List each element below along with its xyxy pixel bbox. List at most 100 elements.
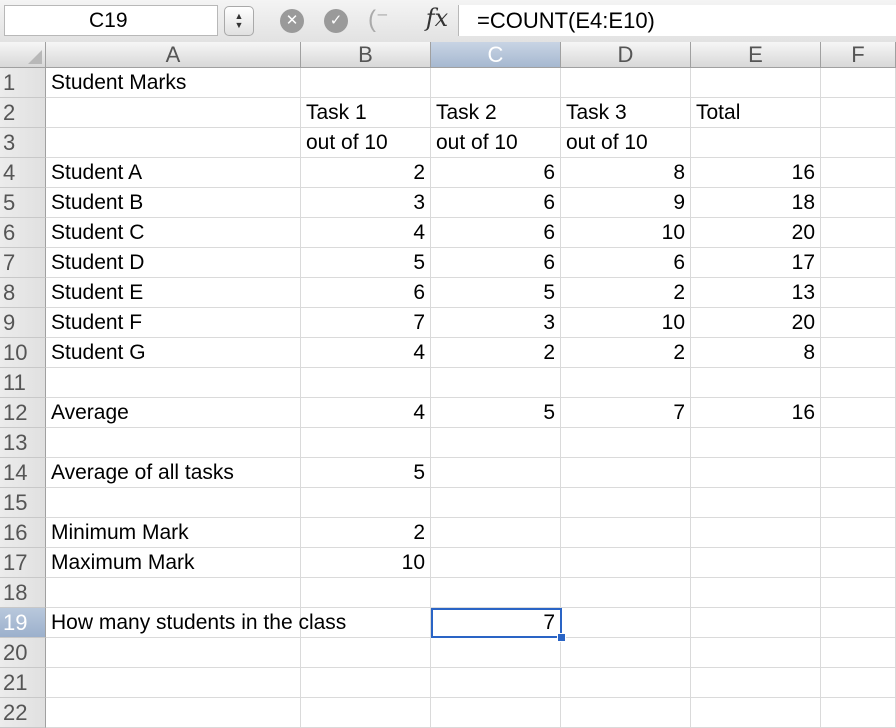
cell-b19[interactable] [301,608,431,638]
cell-d8[interactable]: 2 [561,278,691,308]
cell-d7[interactable]: 6 [561,248,691,278]
cell-d10[interactable]: 2 [561,338,691,368]
cell-b15[interactable] [301,488,431,518]
cell-e15[interactable] [691,488,821,518]
cell-c13[interactable] [431,428,561,458]
row-header-16[interactable]: 16 [0,518,46,548]
cell-e4[interactable]: 16 [691,158,821,188]
cell-d5[interactable]: 9 [561,188,691,218]
cell-b6[interactable]: 4 [301,218,431,248]
check-circle-icon[interactable]: ✓ [324,9,348,33]
cell-e5[interactable]: 18 [691,188,821,218]
cell-b9[interactable]: 7 [301,308,431,338]
cell-f11[interactable] [821,368,896,398]
cell-f1[interactable] [821,68,896,98]
cell-b5[interactable]: 3 [301,188,431,218]
cell-d2[interactable]: Task 3 [561,98,691,128]
cell-d6[interactable]: 10 [561,218,691,248]
fx-icon[interactable]: fx [420,4,454,36]
cell-c12[interactable]: 5 [431,398,561,428]
cell-b7[interactable]: 5 [301,248,431,278]
cell-f16[interactable] [821,518,896,548]
cell-e16[interactable] [691,518,821,548]
cell-c9[interactable]: 3 [431,308,561,338]
cell-f13[interactable] [821,428,896,458]
cell-a4[interactable]: Student A [46,158,301,188]
cell-a18[interactable] [46,578,301,608]
cell-c7[interactable]: 6 [431,248,561,278]
row-header-14[interactable]: 14 [0,458,46,488]
cell-a12[interactable]: Average [46,398,301,428]
cell-b12[interactable]: 4 [301,398,431,428]
cell-b10[interactable]: 4 [301,338,431,368]
cell-f7[interactable] [821,248,896,278]
cell-e1[interactable] [691,68,821,98]
cell-f15[interactable] [821,488,896,518]
cell-e6[interactable]: 20 [691,218,821,248]
cell-f9[interactable] [821,308,896,338]
cell-a3[interactable] [46,128,301,158]
cell-f10[interactable] [821,338,896,368]
row-header-10[interactable]: 10 [0,338,46,368]
cell-a15[interactable] [46,488,301,518]
cell-b8[interactable]: 6 [301,278,431,308]
fill-handle[interactable] [557,633,566,642]
cell-d20[interactable] [561,638,691,668]
cell-e9[interactable]: 20 [691,308,821,338]
column-header-b[interactable]: B [301,42,431,68]
cell-f12[interactable] [821,398,896,428]
cell-c18[interactable] [431,578,561,608]
cell-b21[interactable] [301,668,431,698]
row-header-4[interactable]: 4 [0,158,46,188]
cell-a20[interactable] [46,638,301,668]
cell-e7[interactable]: 17 [691,248,821,278]
cell-f3[interactable] [821,128,896,158]
cell-c1[interactable] [431,68,561,98]
cell-d14[interactable] [561,458,691,488]
cell-c19[interactable]: 7 [431,608,561,638]
cell-c5[interactable]: 6 [431,188,561,218]
cell-a5[interactable]: Student B [46,188,301,218]
cell-a9[interactable]: Student F [46,308,301,338]
cell-d19[interactable] [561,608,691,638]
cell-b3[interactable]: out of 10 [301,128,431,158]
cell-d18[interactable] [561,578,691,608]
column-header-e[interactable]: E [691,42,821,68]
cell-c20[interactable] [431,638,561,668]
formula-input[interactable]: =COUNT(E4:E10) [458,5,896,36]
cell-e14[interactable] [691,458,821,488]
row-header-6[interactable]: 6 [0,218,46,248]
name-box[interactable]: C19 [4,5,218,36]
row-header-3[interactable]: 3 [0,128,46,158]
cell-f8[interactable] [821,278,896,308]
cell-c6[interactable]: 6 [431,218,561,248]
cell-b17[interactable]: 10 [301,548,431,578]
cell-a21[interactable] [46,668,301,698]
row-header-15[interactable]: 15 [0,488,46,518]
cell-f6[interactable] [821,218,896,248]
row-header-17[interactable]: 17 [0,548,46,578]
cell-e2[interactable]: Total [691,98,821,128]
cell-b18[interactable] [301,578,431,608]
cell-b20[interactable] [301,638,431,668]
cell-e20[interactable] [691,638,821,668]
cell-b4[interactable]: 2 [301,158,431,188]
cell-f20[interactable] [821,638,896,668]
cell-a13[interactable] [46,428,301,458]
cell-a10[interactable]: Student G [46,338,301,368]
cell-a14[interactable]: Average of all tasks [46,458,301,488]
cell-d21[interactable] [561,668,691,698]
cell-d4[interactable]: 8 [561,158,691,188]
cell-c15[interactable] [431,488,561,518]
row-header-2[interactable]: 2 [0,98,46,128]
cell-e18[interactable] [691,578,821,608]
cell-f5[interactable] [821,188,896,218]
cell-d16[interactable] [561,518,691,548]
cell-a17[interactable]: Maximum Mark [46,548,301,578]
cell-c14[interactable] [431,458,561,488]
cell-d9[interactable]: 10 [561,308,691,338]
cell-a6[interactable]: Student C [46,218,301,248]
row-header-20[interactable]: 20 [0,638,46,668]
cell-d3[interactable]: out of 10 [561,128,691,158]
cell-c11[interactable] [431,368,561,398]
